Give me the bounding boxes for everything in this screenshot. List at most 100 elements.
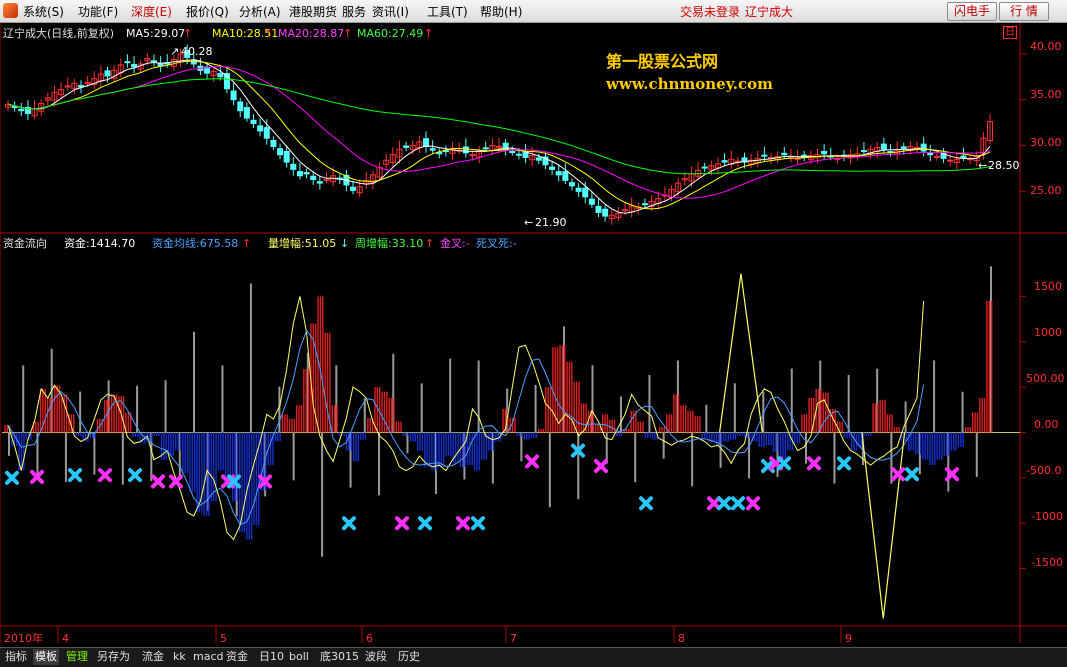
tab-day10[interactable]: 日10 bbox=[257, 649, 286, 665]
golden-cross-marker bbox=[525, 454, 539, 469]
date-month-label: 8 bbox=[678, 632, 685, 645]
death-cross-marker bbox=[717, 496, 731, 511]
candle-down bbox=[243, 107, 250, 119]
candle-down bbox=[403, 145, 410, 148]
menu-analysis[interactable]: 分析(A) bbox=[239, 3, 281, 20]
ma20-arrow-icon: ↑ bbox=[343, 27, 353, 40]
candle-down bbox=[641, 203, 648, 206]
tab-fund[interactable]: 资金 bbox=[224, 649, 250, 665]
ma60-value: MA60:27.49 bbox=[357, 27, 424, 40]
death-cross-marker bbox=[471, 516, 485, 531]
ma20-value: MA20:28.87 bbox=[278, 27, 345, 40]
ma5-value: MA5:29.07 bbox=[126, 27, 186, 40]
golden-cross-marker bbox=[746, 496, 760, 511]
indicator-name: 资金流向 bbox=[3, 237, 47, 250]
menu-function[interactable]: 功能(F) bbox=[78, 3, 118, 20]
candle-up bbox=[947, 159, 954, 162]
death-cross-marker bbox=[418, 516, 432, 531]
ma20-line bbox=[7, 66, 991, 199]
tab-indicator[interactable]: 指标 bbox=[3, 649, 29, 665]
candle-down bbox=[429, 148, 436, 151]
golden-cross-marker bbox=[98, 468, 112, 483]
watermark-en: www.chnmoney.com bbox=[606, 75, 773, 93]
menu-info[interactable]: 资讯(I) bbox=[372, 3, 409, 20]
candle-down bbox=[250, 119, 257, 125]
tab-template[interactable]: 模板 bbox=[33, 649, 59, 665]
candle-up bbox=[933, 156, 940, 159]
fund-tick: 0.00 bbox=[1034, 418, 1059, 431]
tab-save-as[interactable]: 另存为 bbox=[95, 649, 132, 665]
menu-tools[interactable]: 工具(T) bbox=[427, 3, 468, 20]
death-cross-marker bbox=[837, 456, 851, 471]
tab-macd[interactable]: macd bbox=[191, 649, 226, 665]
stock-label: 辽宁成大(日线,前复权) bbox=[3, 27, 115, 40]
menu-system[interactable]: 系统(S) bbox=[23, 3, 64, 20]
tab-boll[interactable]: boll bbox=[287, 649, 311, 665]
high-marker-arrow-icon: ↗ bbox=[170, 45, 180, 58]
app-logo-icon bbox=[3, 3, 18, 18]
tab-bottom3015[interactable]: 底3015 bbox=[318, 649, 361, 665]
candle-down bbox=[549, 166, 556, 170]
candle-down bbox=[562, 171, 569, 181]
tab-liujin[interactable]: 流金 bbox=[140, 649, 166, 665]
candle-down bbox=[350, 186, 357, 191]
last-annotation: 28.50 bbox=[988, 159, 1020, 172]
tab-history[interactable]: 历史 bbox=[396, 649, 422, 665]
candle-down bbox=[237, 101, 244, 112]
candle-down bbox=[821, 150, 828, 155]
ma60-line bbox=[7, 78, 991, 175]
menu-hk-futures[interactable]: 港股期货 bbox=[289, 3, 337, 20]
golden-cross-marker bbox=[807, 456, 821, 471]
stock-name-text: 辽宁成大 bbox=[745, 5, 794, 19]
fund-tick: -1000 bbox=[1031, 510, 1063, 523]
candle-up bbox=[622, 209, 629, 212]
candle-down bbox=[131, 63, 138, 68]
candle-down bbox=[781, 152, 788, 156]
indicator-tab-bar: 指标 模板 管理 另存为 流金 kk macd 资金 日10 boll 底301… bbox=[0, 647, 1067, 667]
golden-cross-marker bbox=[707, 496, 721, 511]
chart-area[interactable]: 辽宁成大(日线,前复权) MA5:29.07 MA10:28.51 MA20:2… bbox=[0, 23, 1067, 647]
low-annotation: 21.90 bbox=[535, 216, 567, 229]
trade-status-text: 交易未登录 bbox=[680, 5, 741, 19]
menu-bar: 系统(S) 功能(F) 深度(E) 报价(Q) 分析(A) 港股期货 服务 资讯… bbox=[0, 0, 1067, 23]
tab-manage[interactable]: 管理 bbox=[64, 649, 90, 665]
price-tick: 35.00 bbox=[1030, 88, 1062, 101]
tab-kk[interactable]: kk bbox=[171, 649, 188, 665]
golden-cross-value: 金叉:- bbox=[440, 237, 470, 250]
candle-down bbox=[230, 90, 237, 101]
ma5-arrow-icon: ↑ bbox=[183, 27, 193, 40]
candle-down bbox=[11, 106, 18, 109]
candle-down bbox=[157, 63, 164, 67]
menu-help[interactable]: 帮助(H) bbox=[480, 3, 522, 20]
candle-down bbox=[257, 125, 264, 132]
menu-quote[interactable]: 报价(Q) bbox=[186, 3, 229, 20]
death-cross-marker bbox=[68, 468, 82, 483]
menu-service[interactable]: 服务 bbox=[342, 3, 366, 20]
death-cross-marker bbox=[128, 468, 142, 483]
date-month-label: 7 bbox=[510, 632, 517, 645]
candle-down bbox=[960, 155, 967, 158]
fund-avg-value: 资金均线:675.58 bbox=[152, 237, 239, 250]
candle-up bbox=[64, 85, 71, 88]
death-cross-value: 死叉死:- bbox=[476, 237, 517, 250]
candle-down bbox=[509, 150, 516, 153]
candle-down bbox=[701, 166, 708, 169]
ma10-arrow-icon: ↑ bbox=[264, 27, 274, 40]
death-cross-marker bbox=[5, 470, 19, 485]
period-tag[interactable]: 日 bbox=[1003, 26, 1017, 39]
stock-chart[interactable] bbox=[0, 23, 1067, 647]
tab-wave[interactable]: 波段 bbox=[363, 649, 389, 665]
candle-down bbox=[310, 175, 317, 180]
flash-trade-button[interactable]: 闪电手 bbox=[947, 2, 997, 21]
death-cross-marker bbox=[342, 516, 356, 531]
golden-cross-marker bbox=[594, 459, 608, 474]
quotes-button[interactable]: 行 情 bbox=[999, 2, 1049, 21]
menu-depth[interactable]: 深度(E) bbox=[131, 3, 172, 20]
date-month-label: 6 bbox=[366, 632, 373, 645]
candle-down bbox=[568, 182, 575, 187]
candle-down bbox=[18, 108, 25, 112]
week-increase-value: 周增幅:33.10 bbox=[355, 237, 424, 250]
ma5-line bbox=[7, 59, 991, 214]
fund-tick: -1500 bbox=[1031, 556, 1063, 569]
price-tick: 30.00 bbox=[1030, 136, 1062, 149]
